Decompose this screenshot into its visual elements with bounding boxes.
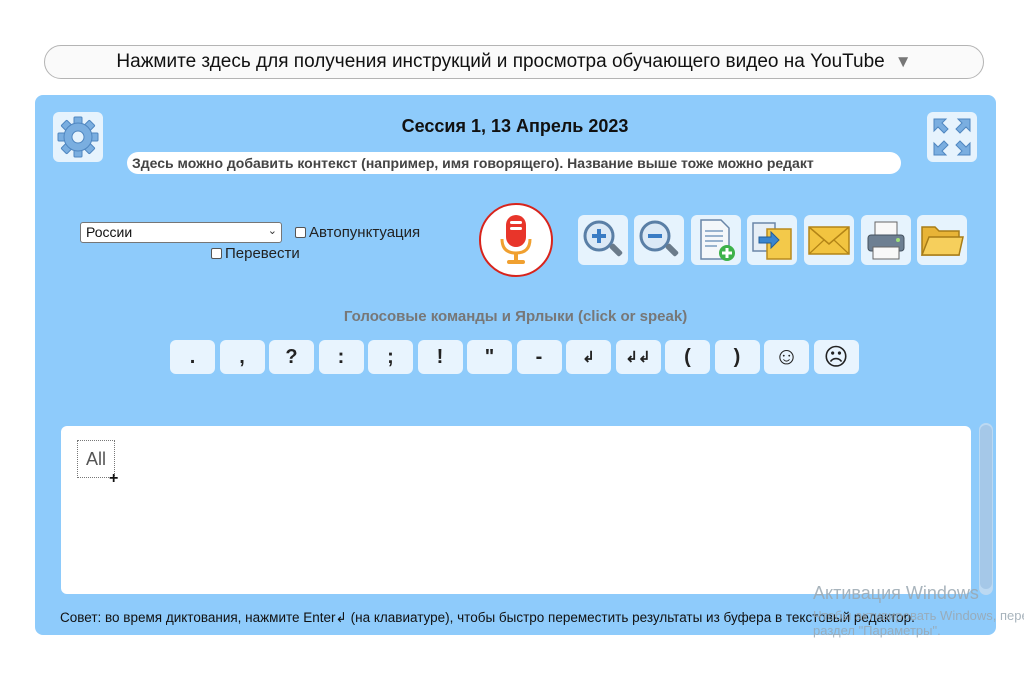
cmd-open-paren-button[interactable]: (	[665, 340, 710, 374]
email-icon	[808, 226, 850, 255]
translate-checkbox[interactable]	[211, 248, 222, 259]
print-button[interactable]	[861, 215, 911, 265]
commands-row: . , ? : ; ! " - ↲ ↲↲ ( ) ☺ ☹	[170, 340, 863, 377]
printer-icon	[867, 221, 905, 260]
zoom-in-icon	[583, 220, 623, 257]
zoom-in-button[interactable]	[578, 215, 628, 265]
copy-icon	[752, 222, 792, 260]
email-button[interactable]	[804, 215, 854, 265]
zoom-out-icon	[639, 220, 679, 257]
language-select[interactable]: России ⌄	[80, 222, 282, 243]
tip-text: Совет: во время диктования, нажмите Ente…	[60, 610, 915, 625]
folder-icon	[920, 226, 964, 256]
dropdown-triangle-icon: ▼	[894, 52, 912, 71]
gear-icon	[57, 116, 99, 158]
fullscreen-button[interactable]	[927, 112, 977, 162]
cmd-exclamation-button[interactable]: !	[417, 340, 463, 374]
autopunctuation-option[interactable]: Автопунктуация	[295, 224, 420, 241]
cmd-semicolon-button[interactable]: ;	[368, 340, 413, 374]
cmd-period-button[interactable]: .	[170, 340, 215, 374]
settings-button[interactable]	[53, 112, 103, 162]
cmd-paragraph-button[interactable]: ↲↲	[615, 340, 661, 374]
microphone-icon	[500, 215, 532, 264]
cmd-quote-button[interactable]: "	[467, 340, 512, 374]
zoom-out-button[interactable]	[634, 215, 684, 265]
scrollbar-thumb[interactable]	[980, 425, 992, 589]
instructions-toggle[interactable]: Нажмите здесь для получения инструкций и…	[44, 45, 984, 79]
fullscreen-icon	[933, 118, 971, 156]
context-input[interactable]: Здесь можно добавить контекст (например,…	[127, 152, 901, 174]
session-title[interactable]: Сессия 1, 13 Апрель 2023	[235, 116, 795, 137]
instructions-label: Нажмите здесь для получения инструкций и…	[116, 51, 885, 72]
cmd-smile-button[interactable]: ☺	[764, 340, 809, 374]
move-cursor-icon: +	[109, 470, 119, 487]
cmd-newline-button[interactable]: ↲	[566, 340, 611, 374]
text-editor[interactable]: All +	[61, 426, 971, 594]
editor-scrollbar[interactable]	[979, 423, 993, 595]
translate-option[interactable]: Перевести	[211, 245, 300, 262]
cmd-colon-button[interactable]: :	[318, 340, 364, 374]
translate-label: Перевести	[225, 245, 300, 262]
cmd-frown-button[interactable]: ☹	[813, 340, 859, 374]
dictation-panel: Сессия 1, 13 Апрель 2023 Здесь можно доб…	[35, 95, 996, 635]
language-value: России	[86, 224, 133, 240]
chevron-down-icon: ⌄	[267, 225, 277, 237]
open-folder-button[interactable]	[917, 215, 967, 265]
autopunctuation-label: Автопунктуация	[309, 224, 421, 241]
microphone-button[interactable]	[479, 203, 553, 277]
cmd-question-button[interactable]: ?	[269, 340, 314, 374]
new-document-icon	[700, 219, 735, 261]
autopunctuation-checkbox[interactable]	[295, 227, 306, 238]
cmd-close-paren-button[interactable]: )	[714, 340, 760, 374]
commands-title: Голосовые команды и Ярлыки (click or spe…	[343, 308, 688, 325]
copy-button[interactable]	[747, 215, 797, 265]
cmd-dash-button[interactable]: -	[516, 340, 562, 374]
new-document-button[interactable]	[691, 215, 741, 265]
cmd-comma-button[interactable]: ,	[219, 340, 265, 374]
